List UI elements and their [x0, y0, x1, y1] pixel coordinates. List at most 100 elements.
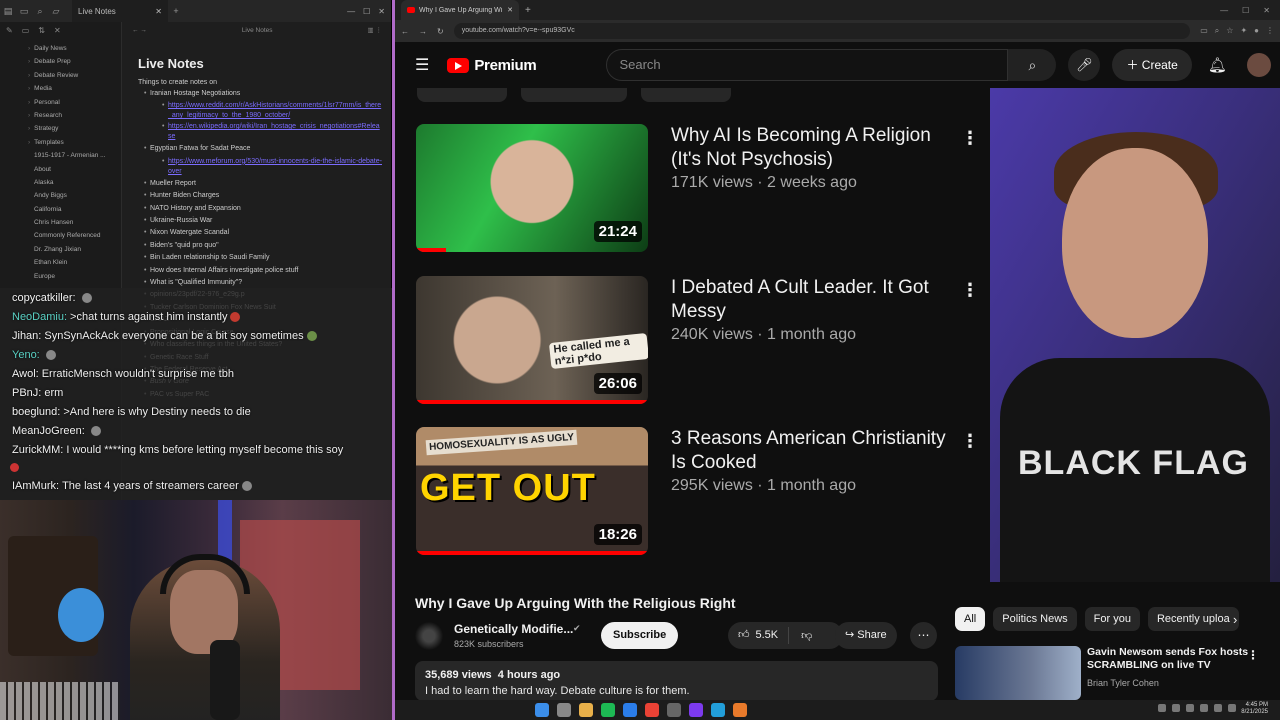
chat-username[interactable]: Jihan:: [12, 330, 41, 342]
sidebar-note[interactable]: Andy Biggs: [34, 189, 121, 202]
folder-icon[interactable]: ▭: [16, 6, 32, 17]
more-options-icon[interactable]: ⋮: [961, 280, 979, 301]
notifications-bell-icon[interactable]: 🔔︎: [1208, 56, 1227, 74]
search-icon[interactable]: ⌕: [32, 6, 48, 17]
sidebar-folder[interactable]: Personal: [28, 96, 121, 109]
outline-link[interactable]: https://www.reddit.com/r/AskHistorians/c…: [144, 101, 382, 121]
rec-title-1[interactable]: Why AI Is Becoming A Religion (It's Not …: [671, 124, 951, 172]
sidebar-folder[interactable]: Debate Prep: [28, 55, 121, 68]
notes-tab[interactable]: Live Notes ✕: [72, 0, 168, 22]
tray-icon[interactable]: [1158, 704, 1166, 712]
new-tab-icon[interactable]: +: [168, 6, 184, 16]
chip-partial-3[interactable]: [641, 88, 731, 102]
tray-icon[interactable]: [1186, 704, 1194, 712]
more-options-icon[interactable]: ⋮: [1247, 648, 1259, 662]
search-input[interactable]: Search: [606, 49, 1009, 81]
sort-icon[interactable]: ⇅: [38, 26, 45, 35]
url-field[interactable]: youtube.com/watch?v=e--spu93GVc: [453, 23, 1191, 39]
sidebar-note[interactable]: Europe: [34, 270, 121, 283]
reading-view-icon[interactable]: ▥ ⋮: [368, 26, 382, 34]
sidebar-folder[interactable]: Research: [28, 109, 121, 122]
chip-partial-2[interactable]: [521, 88, 627, 102]
settings-icon[interactable]: [667, 703, 681, 717]
chat-username[interactable]: NeoDamiu:: [12, 311, 67, 323]
share-button[interactable]: ↪ Share: [835, 622, 897, 649]
menu-icon[interactable]: ⋮: [1266, 26, 1274, 36]
close-window-icon[interactable]: ✕: [378, 7, 385, 16]
recommendation-1[interactable]: 21:24 Why AI Is Becoming A Religion (It'…: [416, 124, 979, 254]
chip-3[interactable]: Recently uploa: [1147, 607, 1239, 631]
obsidian-icon[interactable]: [689, 703, 703, 717]
reload-icon[interactable]: ↻: [437, 27, 444, 36]
sidebar-toggle-icon[interactable]: ▤: [0, 6, 16, 17]
video-player[interactable]: BLACK FLAG: [990, 88, 1280, 582]
sidebar-folder[interactable]: Templates: [28, 136, 121, 149]
hamburger-menu-icon[interactable]: ☰: [415, 55, 429, 75]
close-icon[interactable]: ✕: [155, 7, 162, 16]
search-button[interactable]: ⌕: [1008, 49, 1057, 81]
chat-username[interactable]: MeanJoGreen:: [12, 425, 85, 437]
chrome-icon[interactable]: [645, 703, 659, 717]
sidebar-folder[interactable]: Strategy: [28, 122, 121, 135]
chat-username[interactable]: PBnJ:: [12, 387, 41, 399]
back-icon[interactable]: ←: [401, 27, 409, 36]
minimize-icon[interactable]: —: [347, 7, 355, 16]
browser-tab[interactable]: Why I Gave Up Arguing Wi ✕: [401, 0, 519, 20]
sidebar-folder[interactable]: Media: [28, 82, 121, 95]
rec-title-2[interactable]: I Debated A Cult Leader. It Got Messy: [671, 276, 951, 324]
chip-1[interactable]: Politics News: [993, 607, 1077, 631]
maximize-icon[interactable]: ☐: [1242, 6, 1249, 15]
account-avatar[interactable]: [1246, 53, 1271, 77]
chat-username[interactable]: ZurickMM:: [12, 444, 63, 456]
rec-title-3[interactable]: 3 Reasons American Christianity Is Cooke…: [671, 427, 951, 475]
bookmark-icon[interactable]: ▱: [48, 6, 64, 17]
chat-username[interactable]: Yeno:: [12, 349, 40, 361]
cast-icon[interactable]: ▭: [1200, 26, 1208, 36]
maximize-icon[interactable]: ☐: [363, 7, 370, 16]
edge-icon[interactable]: [623, 703, 637, 717]
clock[interactable]: 4:45 PM 8/21/2025: [1241, 702, 1268, 716]
thumbnail-3[interactable]: HOMOSEXUALITY IS AS UGLY GET OUT 18:26: [416, 427, 648, 555]
side-recommendation[interactable]: Gavin Newsom sends Fox hosts SCRAMBLING …: [955, 646, 1275, 700]
sidebar-note[interactable]: California: [34, 203, 121, 216]
thumbnail-2[interactable]: He called me a n*zi p*do 26:06: [416, 276, 648, 404]
create-button[interactable]: ＋ Create: [1112, 49, 1192, 81]
tray-icon[interactable]: [1172, 704, 1180, 712]
minimize-icon[interactable]: —: [1220, 6, 1228, 15]
start-icon[interactable]: [535, 703, 549, 717]
chip-0[interactable]: All: [955, 607, 986, 631]
nav-arrows-icon[interactable]: ← →: [132, 27, 147, 34]
more-options-icon[interactable]: ⋮: [961, 431, 979, 452]
channel-name[interactable]: Genetically Modifie...: [454, 622, 573, 636]
subscribe-button[interactable]: Subscribe: [601, 622, 679, 649]
new-tab-icon[interactable]: +: [525, 5, 531, 16]
sidebar-note[interactable]: About: [34, 163, 121, 176]
sidebar-note[interactable]: Commonly Referenced: [34, 229, 121, 242]
sidebar-note[interactable]: 1915-1917 - Armenian ...: [34, 149, 121, 162]
chat-username[interactable]: Awol:: [12, 368, 39, 380]
chat-username[interactable]: IAmMurk:: [12, 480, 59, 492]
tray-icon[interactable]: [1200, 704, 1208, 712]
sidebar-note[interactable]: Chris Hansen: [34, 216, 121, 229]
description-box[interactable]: 35,689 views 4 hours ago I had to learn …: [415, 661, 938, 701]
chip-2[interactable]: For you: [1084, 607, 1140, 631]
outline-link[interactable]: https://en.wikipedia.org/wiki/Iran_hosta…: [144, 122, 382, 142]
volume-icon[interactable]: [1228, 704, 1236, 712]
search-taskbar-icon[interactable]: [557, 703, 571, 717]
chip-partial-1[interactable]: [417, 88, 507, 102]
youtube-logo[interactable]: Premium: [447, 57, 537, 74]
close-tab-icon[interactable]: ✕: [507, 6, 513, 14]
sidebar-folder[interactable]: Debate Review: [28, 69, 121, 82]
collapse-icon[interactable]: ✕: [54, 26, 61, 35]
sidebar-folder[interactable]: Daily News: [28, 42, 121, 55]
new-note-icon[interactable]: ✎: [6, 26, 13, 35]
profile-icon[interactable]: ●: [1254, 26, 1259, 36]
sidebar-note[interactable]: Ethan Klein: [34, 256, 121, 269]
obs-icon[interactable]: [733, 703, 747, 717]
recommendation-3[interactable]: HOMOSEXUALITY IS AS UGLY GET OUT 18:26 3…: [416, 427, 979, 557]
close-window-icon[interactable]: ✕: [1263, 6, 1270, 15]
telegram-icon[interactable]: [711, 703, 725, 717]
spotify-icon[interactable]: [601, 703, 615, 717]
zoom-icon[interactable]: ⌕: [1215, 26, 1219, 36]
dislike-button[interactable]: 👎︎: [789, 629, 824, 642]
